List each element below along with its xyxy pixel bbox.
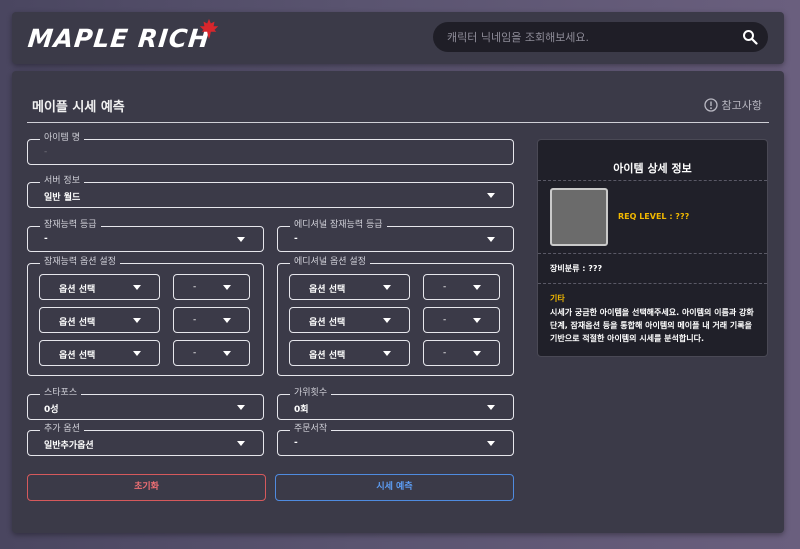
chevron-down-icon — [133, 285, 141, 290]
divider — [538, 283, 767, 284]
chevron-down-icon — [133, 318, 141, 323]
starforce-value: 0성 — [44, 405, 59, 415]
potential-option-select-2[interactable]: 옵션 선택 — [39, 307, 160, 333]
scroll-label: 주문서작 — [290, 423, 332, 435]
page-title: 메이플 시세 예측 — [32, 100, 125, 115]
option-label: 옵션 선택 — [59, 351, 96, 361]
additional-value-select-3[interactable]: - — [423, 340, 500, 366]
chevron-down-icon — [383, 351, 391, 356]
chevron-down-icon — [487, 405, 495, 410]
value-label: - — [193, 315, 197, 325]
extra-option-label: 추가 옵션 — [40, 423, 84, 435]
potential-value-select-2[interactable]: - — [173, 307, 250, 333]
divider — [27, 122, 769, 123]
item-detail-card: 아이템 상세 정보 REQ LEVEL : ??? 장비분류 : ??? 기타 … — [537, 139, 768, 357]
additional-option-select-2[interactable]: 옵션 선택 — [289, 307, 410, 333]
value-label: - — [443, 282, 447, 292]
chevron-down-icon — [383, 285, 391, 290]
potential-grade-value: - — [44, 234, 48, 244]
value-label: - — [193, 282, 197, 292]
chevron-down-icon — [223, 285, 231, 290]
option-label: 옵션 선택 — [309, 351, 346, 361]
search-input[interactable] — [447, 22, 727, 52]
chevron-down-icon — [223, 351, 231, 356]
server-label: 서버 정보 — [40, 175, 84, 187]
etc-title: 기타 — [550, 294, 565, 303]
potential-value-select-1[interactable]: - — [173, 274, 250, 300]
additional-grade-select[interactable]: 에디셔널 잠재능력 등급 - — [277, 219, 514, 252]
equip-category: 장비분류 : ??? — [550, 264, 603, 273]
option-label: 옵션 선택 — [59, 285, 96, 295]
option-label: 옵션 선택 — [309, 285, 346, 295]
notice-link[interactable]: 참고사항 — [703, 97, 762, 113]
chevron-down-icon — [237, 405, 245, 410]
divider — [538, 253, 767, 254]
potential-group-label: 잠재능력 옵션 설정 — [40, 256, 120, 268]
chevron-down-icon — [133, 351, 141, 356]
notice-label: 참고사항 — [721, 99, 762, 112]
item-name-value: - — [44, 147, 48, 157]
potential-option-select-1[interactable]: 옵션 선택 — [39, 274, 160, 300]
additional-group-label: 에디셔널 옵션 설정 — [290, 256, 370, 268]
prediction-panel: 메이플 시세 예측 참고사항 아이템 명 - 서버 정보 일반 월드 잠재능력 … — [12, 71, 784, 533]
chevron-down-icon — [487, 193, 495, 198]
scroll-value: - — [294, 438, 298, 448]
chevron-down-icon — [487, 441, 495, 446]
potential-option-group: 잠재능력 옵션 설정 옵션 선택 - 옵션 선택 - 옵션 선택 - — [27, 256, 264, 376]
additional-grade-label: 에디셔널 잠재능력 등급 — [290, 219, 387, 231]
logo-text: MAPLE RICH — [26, 24, 212, 53]
option-label: 옵션 선택 — [59, 318, 96, 328]
potential-option-select-3[interactable]: 옵션 선택 — [39, 340, 160, 366]
potential-value-select-3[interactable]: - — [173, 340, 250, 366]
additional-option-select-1[interactable]: 옵션 선택 — [289, 274, 410, 300]
req-level: REQ LEVEL : ??? — [618, 212, 690, 221]
item-name-field[interactable]: 아이템 명 - — [27, 132, 514, 165]
scroll-select[interactable]: 주문서작 - — [277, 423, 514, 456]
divider — [538, 180, 767, 181]
potential-grade-select[interactable]: 잠재능력 등급 - — [27, 219, 264, 252]
scissors-label: 가위횟수 — [290, 387, 332, 399]
value-label: - — [193, 348, 197, 358]
chevron-down-icon — [473, 318, 481, 323]
chevron-down-icon — [237, 237, 245, 242]
top-header: MAPLE RICH — [12, 12, 784, 64]
search-bar — [433, 22, 768, 52]
additional-value-select-2[interactable]: - — [423, 307, 500, 333]
chevron-down-icon — [473, 285, 481, 290]
chevron-down-icon — [383, 318, 391, 323]
chevron-down-icon — [237, 441, 245, 446]
server-select[interactable]: 서버 정보 일반 월드 — [27, 175, 514, 208]
additional-value-select-1[interactable]: - — [423, 274, 500, 300]
etc-description: 시세가 궁금한 아이템을 선택해주세요. 아이템의 이름과 강화 단계, 잠재옵… — [550, 308, 754, 343]
extra-option-value: 일반추가옵션 — [44, 441, 94, 451]
item-image — [550, 188, 608, 246]
scissors-value: 0회 — [294, 405, 309, 415]
item-name-label: 아이템 명 — [40, 132, 84, 144]
chevron-down-icon — [473, 351, 481, 356]
search-icon[interactable] — [742, 29, 758, 45]
maple-leaf-icon — [199, 18, 219, 40]
logo[interactable]: MAPLE RICH — [26, 18, 219, 54]
extra-option-select[interactable]: 추가 옵션 일반추가옵션 — [27, 423, 264, 456]
chevron-down-icon — [487, 237, 495, 242]
option-label: 옵션 선택 — [309, 318, 346, 328]
additional-option-select-3[interactable]: 옵션 선택 — [289, 340, 410, 366]
additional-option-group: 에디셔널 옵션 설정 옵션 선택 - 옵션 선택 - 옵션 선택 - — [277, 256, 514, 376]
detail-title: 아이템 상세 정보 — [613, 162, 692, 175]
server-value: 일반 월드 — [44, 193, 81, 203]
value-label: - — [443, 348, 447, 358]
potential-grade-label: 잠재능력 등급 — [40, 219, 101, 231]
value-label: - — [443, 315, 447, 325]
predict-button[interactable]: 시세 예측 — [275, 474, 514, 501]
starforce-select[interactable]: 스타포스 0성 — [27, 387, 264, 420]
scissors-select[interactable]: 가위횟수 0회 — [277, 387, 514, 420]
starforce-label: 스타포스 — [40, 387, 82, 399]
info-icon — [703, 98, 718, 112]
additional-grade-value: - — [294, 234, 298, 244]
chevron-down-icon — [223, 318, 231, 323]
reset-button[interactable]: 초기화 — [27, 474, 266, 501]
